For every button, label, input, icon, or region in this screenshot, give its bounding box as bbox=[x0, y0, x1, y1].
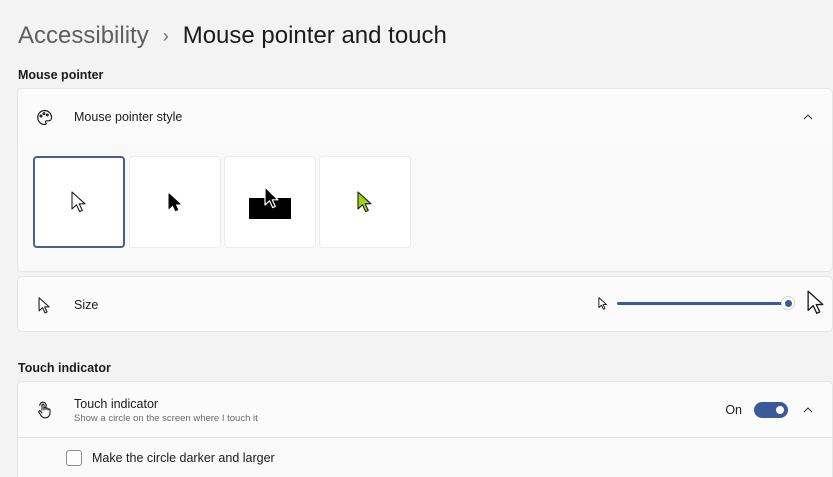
toggle-knob bbox=[776, 406, 784, 414]
darker-larger-circle-checkbox[interactable] bbox=[66, 449, 82, 466]
pointer-style-black-option[interactable] bbox=[129, 156, 221, 248]
touch-hand-icon bbox=[34, 400, 54, 420]
mouse-pointer-style-row[interactable]: Mouse pointer style bbox=[18, 89, 832, 145]
darker-larger-circle-row[interactable]: Make the circle darker and larger bbox=[17, 438, 833, 477]
size-slider[interactable] bbox=[595, 290, 829, 316]
chevron-up-icon[interactable] bbox=[800, 109, 816, 125]
breadcrumb-separator: › bbox=[162, 26, 169, 46]
pointer-style-inverted-option[interactable] bbox=[224, 156, 316, 248]
white-pointer-icon bbox=[71, 191, 86, 213]
touch-indicator-row[interactable]: Touch indicator Show a circle on the scr… bbox=[18, 382, 832, 438]
toggle-state-label: On bbox=[725, 403, 742, 417]
mouse-pointer-style-label: Mouse pointer style bbox=[74, 110, 183, 124]
section-title-mouse-pointer: Mouse pointer bbox=[18, 68, 104, 82]
darker-larger-circle-label: Make the circle darker and larger bbox=[92, 450, 275, 465]
pointer-style-custom-option[interactable] bbox=[319, 156, 411, 248]
breadcrumb: Accessibility › Mouse pointer and touch bbox=[18, 20, 447, 52]
touch-indicator-description: Show a circle on the screen where I touc… bbox=[74, 412, 258, 424]
size-label: Size bbox=[74, 298, 99, 312]
slider-track[interactable] bbox=[617, 302, 787, 305]
black-pointer-icon bbox=[168, 192, 181, 211]
chevron-up-icon[interactable] bbox=[800, 402, 816, 418]
large-pointer-icon bbox=[807, 290, 824, 314]
breadcrumb-parent-link[interactable]: Accessibility bbox=[18, 20, 149, 52]
pointer-style-options bbox=[17, 144, 833, 272]
section-title-touch-indicator: Touch indicator bbox=[18, 361, 111, 375]
pointer-arrow-icon bbox=[34, 295, 54, 315]
small-pointer-icon bbox=[598, 297, 608, 310]
touch-indicator-card[interactable]: Touch indicator Show a circle on the scr… bbox=[17, 381, 833, 438]
mouse-pointer-style-card[interactable]: Mouse pointer style bbox=[17, 88, 833, 145]
custom-pointer-icon bbox=[357, 191, 372, 213]
slider-thumb[interactable] bbox=[781, 296, 795, 310]
inverted-pointer-icon bbox=[249, 186, 291, 219]
pointer-style-white-option[interactable] bbox=[33, 156, 125, 248]
touch-indicator-toggle[interactable] bbox=[754, 402, 788, 418]
touch-indicator-label: Touch indicator bbox=[74, 396, 159, 411]
palette-icon bbox=[34, 107, 54, 127]
page-title: Mouse pointer and touch bbox=[182, 22, 447, 49]
